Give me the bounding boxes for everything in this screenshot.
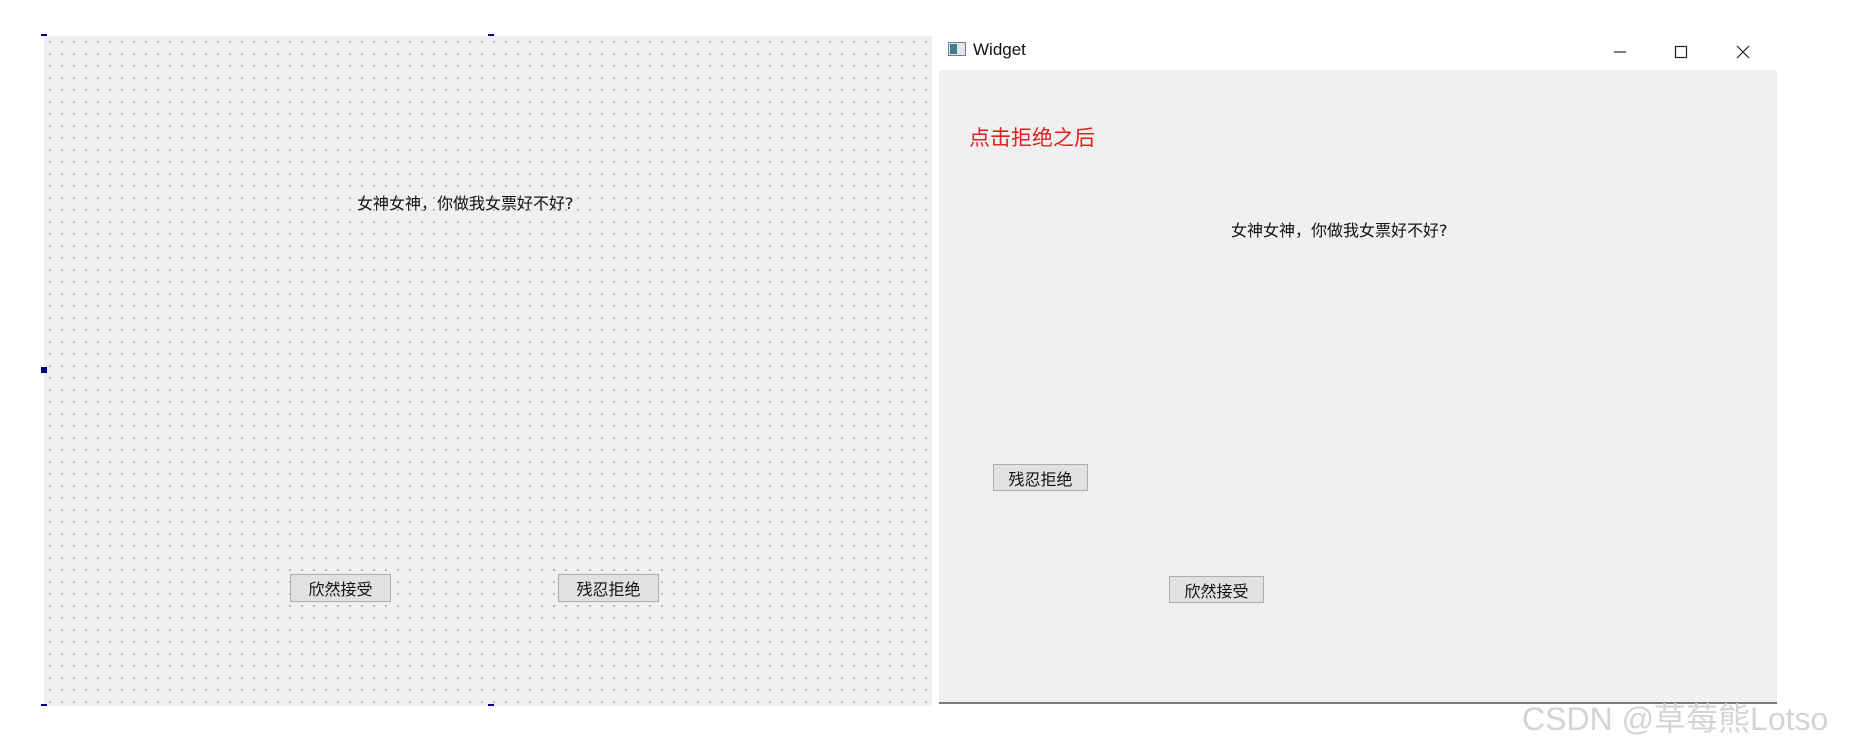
close-icon bbox=[1736, 45, 1750, 59]
selection-handle-top-middle[interactable] bbox=[488, 34, 494, 36]
maximize-button[interactable] bbox=[1666, 40, 1696, 64]
widget-window: Widget 点击拒绝之后 女神女神，你做我女票好不好? 残忍拒绝 欣然接受 bbox=[939, 34, 1777, 704]
selection-handle-top-left[interactable] bbox=[41, 34, 47, 36]
widget-question-label: 女神女神，你做我女票好不好? bbox=[1231, 221, 1448, 240]
widget-app-icon bbox=[948, 42, 966, 56]
selection-handle-middle-left[interactable] bbox=[41, 367, 47, 373]
widget-reject-button[interactable]: 残忍拒绝 bbox=[993, 464, 1088, 491]
selection-handle-bottom-middle[interactable] bbox=[488, 704, 494, 706]
selection-handle-bottom-left[interactable] bbox=[41, 704, 47, 706]
minimize-icon bbox=[1614, 51, 1626, 53]
maximize-icon bbox=[1674, 45, 1688, 59]
widget-accept-button[interactable]: 欣然接受 bbox=[1169, 576, 1264, 603]
close-button[interactable] bbox=[1728, 40, 1758, 64]
designer-form-canvas[interactable]: 女神女神，你做我女票好不好? 欣然接受 残忍拒绝 bbox=[44, 36, 932, 706]
csdn-watermark: CSDN @草莓熊Lotso bbox=[1522, 701, 1829, 737]
minimize-button[interactable] bbox=[1605, 40, 1635, 64]
window-title: Widget bbox=[973, 40, 1026, 59]
window-titlebar[interactable]: Widget bbox=[939, 34, 1777, 70]
designer-reject-button[interactable]: 残忍拒绝 bbox=[558, 574, 659, 602]
designer-accept-button[interactable]: 欣然接受 bbox=[290, 574, 391, 602]
annotation-label: 点击拒绝之后 bbox=[969, 126, 1095, 150]
designer-question-label: 女神女神，你做我女票好不好? bbox=[357, 194, 574, 213]
